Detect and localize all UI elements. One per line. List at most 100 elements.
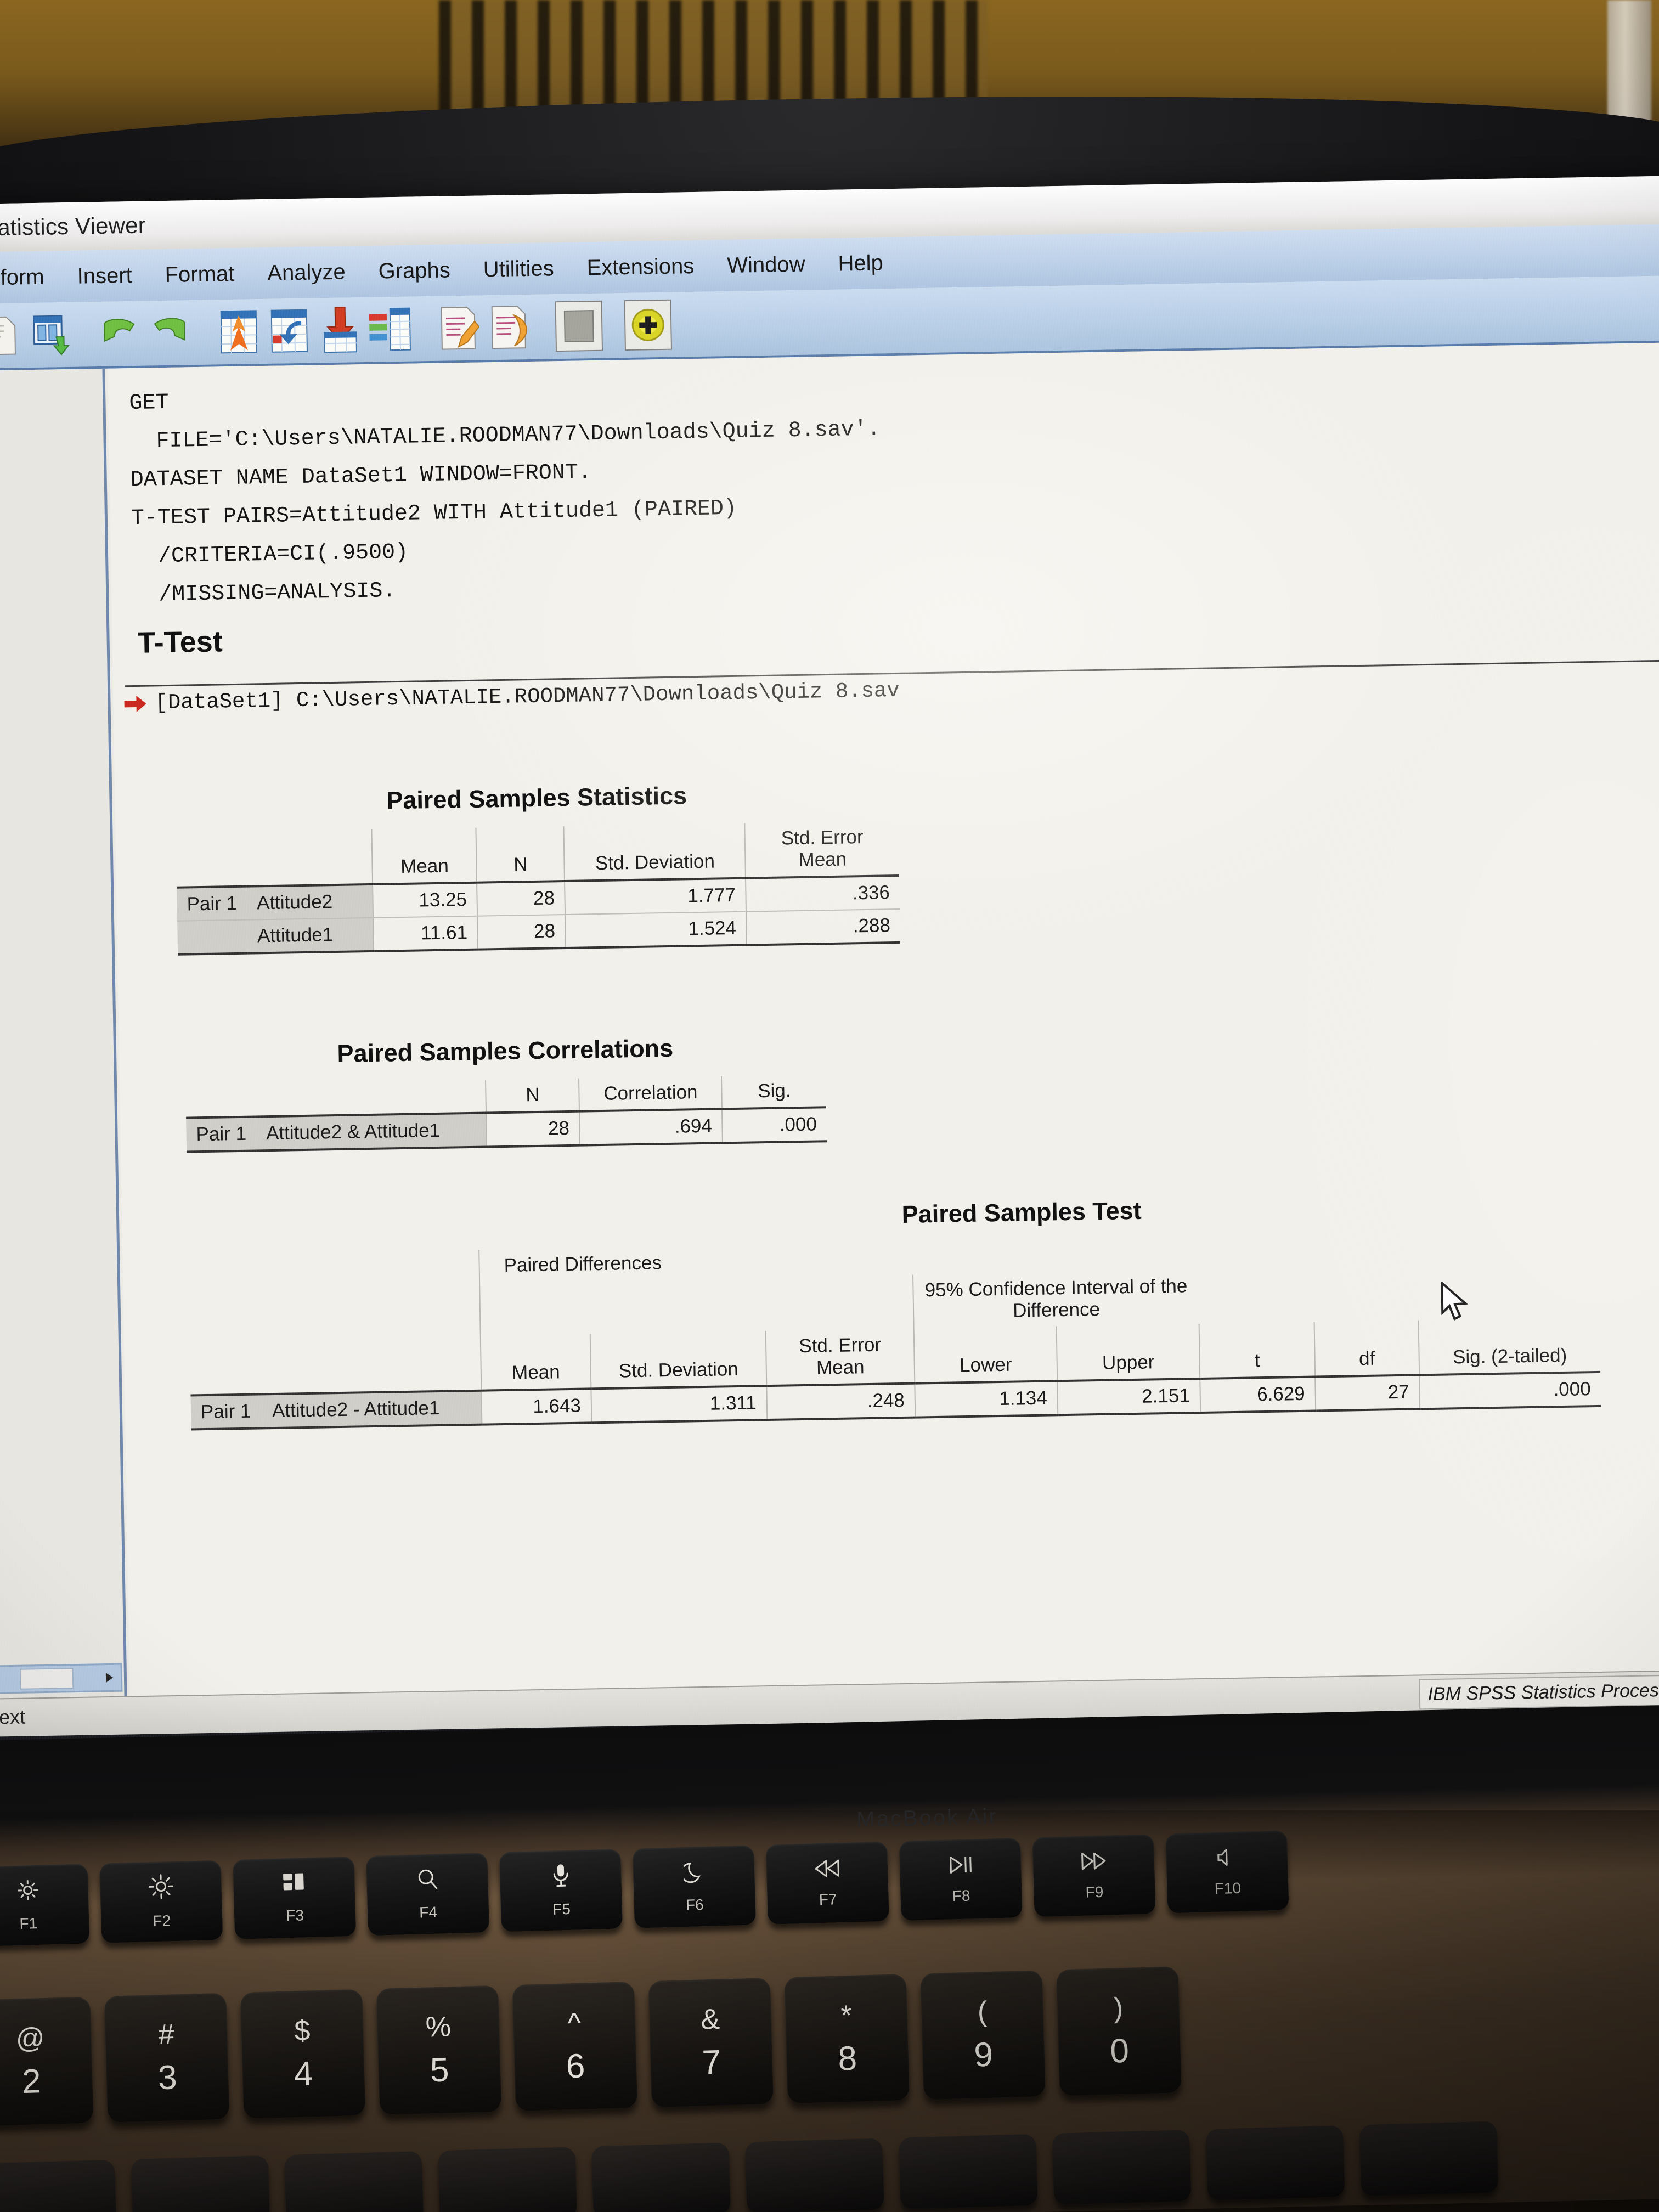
key-partial-1[interactable]: [0, 2159, 117, 2212]
cell-mean: 13.25: [373, 882, 478, 918]
key-number: 4: [294, 2055, 314, 2094]
key-f9[interactable]: F9: [1032, 1834, 1156, 1917]
key-partial-5[interactable]: [591, 2142, 731, 2212]
goto-case-icon[interactable]: [215, 306, 263, 357]
spotlight-search-icon: [415, 1867, 439, 1895]
key-partial-4[interactable]: [438, 2147, 577, 2212]
table-title: Paired Samples Correlations: [337, 1034, 674, 1068]
key-f3[interactable]: F3: [233, 1856, 357, 1940]
key-number: 5: [429, 2051, 450, 2090]
key-partial-6[interactable]: [745, 2138, 884, 2212]
dataset-path-text: [DataSet1] C:\Users\NATALIE.ROODMAN77\Do…: [155, 678, 900, 715]
cell-std-deviation: 1.311: [591, 1386, 768, 1423]
key-number: 9: [973, 2035, 994, 2074]
menu-item-extensions[interactable]: Extensions: [570, 253, 710, 280]
goto-data-icon[interactable]: [266, 306, 314, 357]
rewind-icon: [814, 1858, 840, 1882]
key-f8[interactable]: F8: [899, 1837, 1023, 1921]
menu-item-graphs[interactable]: Graphs: [362, 257, 467, 284]
row-variable-label: Attitude2 & Attitude1: [256, 1113, 487, 1151]
mouse-cursor-icon: [1440, 1280, 1471, 1325]
key-8[interactable]: * 8: [784, 1974, 910, 2104]
cell-df: 27: [1315, 1375, 1420, 1411]
key-symbol: ^: [567, 2007, 582, 2040]
dictation-mic-icon: [551, 1863, 570, 1892]
outline-pane[interactable]: S C T: [0, 368, 127, 1699]
key-number: 0: [1109, 2032, 1130, 2070]
key-f2[interactable]: F2: [99, 1860, 223, 1943]
row-pair-label: [177, 919, 248, 955]
col-header-std-deviation: Std. Deviation: [563, 823, 746, 882]
key-3[interactable]: # 3: [104, 1993, 230, 2123]
key-2[interactable]: @ 2: [0, 1996, 94, 2126]
key-partial-10[interactable]: [1359, 2121, 1499, 2197]
col-header-n: N: [476, 826, 565, 883]
brightness-down-icon: [16, 1878, 40, 1906]
play-pause-icon: [948, 1854, 973, 1878]
key-0[interactable]: ) 0: [1056, 1966, 1182, 2096]
blank-icon[interactable]: [555, 300, 603, 352]
key-partial-3[interactable]: [284, 2151, 424, 2212]
menu-item-transform[interactable]: sform: [0, 264, 61, 291]
cell-std-error-mean: .288: [746, 909, 901, 945]
syntax-block: GET FILE='C:\Users\NATALIE.ROODMAN77\Dow…: [129, 372, 883, 615]
export-icon[interactable]: [26, 309, 75, 360]
scrollbar-right-arrow-icon[interactable]: [99, 1667, 119, 1689]
menu-item-analyze[interactable]: Analyze: [251, 259, 362, 286]
syntax-line-0: GET: [129, 390, 169, 416]
key-6[interactable]: ^ 6: [512, 1981, 638, 2112]
col-header-mean: Mean: [371, 827, 477, 884]
key-f1[interactable]: F1: [0, 1864, 90, 1947]
key-7[interactable]: & 7: [648, 1978, 774, 2108]
red-arrow-icon: [124, 695, 150, 714]
key-f5[interactable]: F5: [499, 1849, 623, 1932]
paired-samples-correlations-table: N Correlation Sig. Pair 1 Attitude2 & At…: [185, 1074, 827, 1153]
laptop-screen: Statistics Viewer sform Insert Format An…: [0, 176, 1659, 1779]
redo-icon[interactable]: [146, 307, 194, 358]
key-5[interactable]: % 5: [376, 1985, 502, 2115]
key-f7[interactable]: F7: [765, 1841, 889, 1925]
output-pane[interactable]: GET FILE='C:\Users\NATALIE.ROODMAN77\Dow…: [108, 342, 1659, 1696]
variables-icon[interactable]: [366, 303, 415, 354]
brightness-up-icon: [148, 1874, 173, 1904]
key-9[interactable]: ( 9: [920, 1970, 1046, 2100]
key-number: 7: [701, 2043, 722, 2082]
cell-std-deviation: 1.777: [565, 878, 747, 915]
key-f4[interactable]: F4: [366, 1853, 490, 1936]
cell-n: 28: [486, 1111, 580, 1147]
menu-item-utilities[interactable]: Utilities: [466, 256, 571, 282]
col-header-t: t: [1199, 1322, 1316, 1379]
paired-samples-statistics-table: Mean N Std. Deviation Std. Error Mean Pa…: [176, 820, 901, 956]
key-symbol: ): [1113, 1992, 1124, 2024]
add-icon[interactable]: [624, 299, 673, 351]
fast-forward-icon: [1080, 1850, 1107, 1875]
menu-item-help[interactable]: Help: [821, 250, 900, 276]
key-partial-9[interactable]: [1205, 2125, 1345, 2201]
key-partial-8[interactable]: [1052, 2129, 1192, 2205]
run-selection-icon[interactable]: [486, 302, 534, 353]
table-paired-samples-test: Paired Samples Test Paired Differences 9…: [108, 1187, 1659, 1432]
outline-horizontal-scrollbar[interactable]: [0, 1663, 123, 1694]
insert-down-icon[interactable]: [316, 304, 364, 356]
run-syntax-icon[interactable]: [436, 302, 484, 353]
key-label: F3: [285, 1906, 304, 1924]
key-partial-2[interactable]: [131, 2155, 270, 2212]
col-header-std-error-mean: Std. Error Mean: [765, 1328, 915, 1386]
key-4[interactable]: $ 4: [240, 1989, 366, 2119]
menu-item-format[interactable]: Format: [148, 261, 251, 287]
menu-item-window[interactable]: Window: [710, 252, 822, 278]
cell-n: 28: [477, 915, 566, 950]
open-file-icon[interactable]: [0, 310, 24, 361]
key-f6[interactable]: F6: [632, 1845, 756, 1928]
col-header-std-deviation: Std. Deviation: [590, 1331, 767, 1389]
key-partial-7[interactable]: [899, 2134, 1038, 2209]
cell-sig-2-tailed: .000: [1419, 1372, 1601, 1409]
menu-item-insert[interactable]: Insert: [60, 263, 149, 289]
scrollbar-thumb[interactable]: [19, 1668, 74, 1690]
key-label: F10: [1214, 1879, 1242, 1897]
syntax-line-4: /CRITERIA=CI(.9500): [131, 540, 409, 570]
undo-icon[interactable]: [95, 308, 144, 359]
cell-ci-upper: 2.151: [1057, 1378, 1201, 1415]
key-f10[interactable]: F10: [1165, 1830, 1289, 1914]
window-title: Statistics Viewer: [0, 212, 146, 241]
